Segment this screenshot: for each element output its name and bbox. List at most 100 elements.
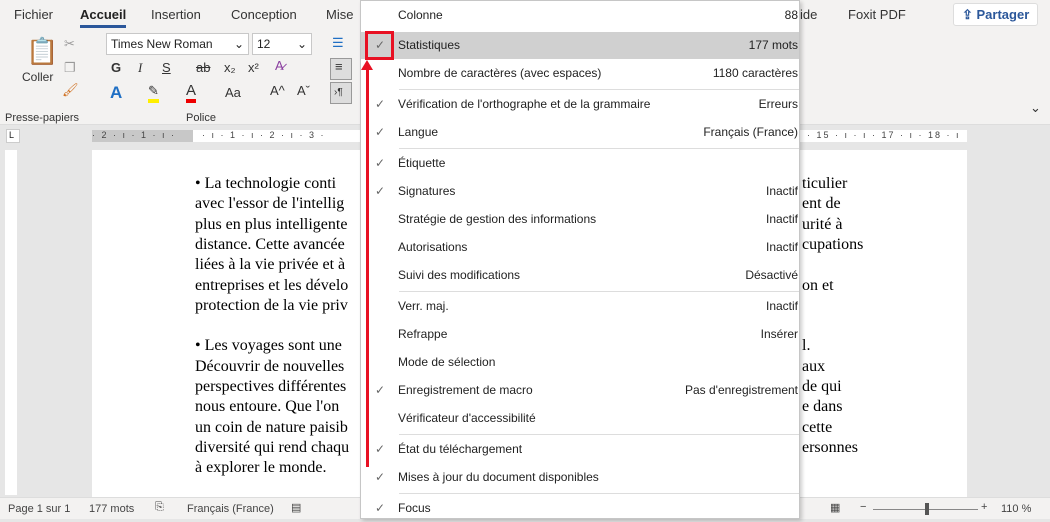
checkmark-icon: ✓ [375,184,386,198]
font-color-icon[interactable]: A [186,82,197,103]
menu-item[interactable]: Colonne 88 [361,2,799,29]
document-line-fragment: de qui [802,378,842,395]
grow-font-button[interactable]: A^ [270,83,285,98]
zoom-level[interactable]: 110 % [1001,503,1031,515]
menu-item[interactable]: Suivi des modifications Désactivé [361,262,799,289]
paste-icon[interactable]: 📋 [26,36,58,67]
document-line: nous entoure. Que l'on [195,398,340,416]
menu-separator [399,291,799,292]
copy-icon[interactable]: ❐ [64,60,76,76]
document-line-fragment: cette [802,418,833,436]
menu-item-value: 88 [784,8,798,22]
document-line-fragment: ersonnes [802,438,858,456]
menu-item-value: Inactif [765,212,798,226]
document-line: Découvrir de nouvelles [195,357,345,375]
document-line-fragment: e dans [802,398,843,416]
change-case-button[interactable]: Aa [225,85,241,100]
clear-formatting-icon[interactable]: A̷ [275,58,284,73]
tab-foxit-pdf[interactable]: Foxit PDF [848,7,906,22]
accessibility-icon[interactable]: ▤ [291,501,301,514]
menu-separator [399,148,799,149]
menu-item[interactable]: ✓ Étiquette [361,150,799,177]
menu-item-value: Inactif [765,299,798,313]
align-left-icon[interactable]: ≡ [330,58,352,80]
menu-item-label: Statistiques [398,38,461,52]
menu-item[interactable]: Stratégie de gestion des informations Ina… [361,206,799,233]
menu-item-value: Erreurs [758,97,798,111]
menu-item-label: Vérification de l'orthographe et de la g… [398,97,651,111]
word-count[interactable]: 177 mots [89,503,134,515]
share-button[interactable]: ⇪ Partager [953,3,1038,26]
italic-button[interactable]: I [138,60,142,76]
proofing-icon[interactable]: ⎘ [155,501,164,514]
ltr-paragraph-icon[interactable]: ›¶ [330,82,352,104]
subscript-button[interactable]: x₂ [224,60,236,75]
menu-item-label: Verr. maj. [398,299,449,313]
menu-separator [399,89,799,90]
menu-item-value: Insérer [760,327,798,341]
collapse-ribbon-icon[interactable]: ⌄ [1030,100,1041,116]
document-line-fragment: ticulier [802,175,848,192]
menu-item[interactable]: ✓ Focus [361,495,799,522]
tab-insertion[interactable]: Insertion [151,7,201,22]
document-line: perspectives différentes [195,378,347,395]
menu-item-value: Français (France) [703,125,798,139]
checkmark-icon: ✓ [375,442,386,456]
menu-item[interactable]: Refrappe Insérer [361,321,799,348]
zoom-slider-thumb[interactable] [925,503,929,515]
web-layout-icon[interactable]: ▦ [830,501,840,514]
zoom-in-button[interactable]: + [981,501,987,513]
menu-item[interactable]: Mode de sélection [361,349,799,376]
highlight-icon[interactable]: ✎ [148,83,159,103]
menu-item-label: Suivi des modifications [398,268,521,282]
language-status[interactable]: Français (France) [187,503,274,515]
text-effects-icon[interactable]: A [110,83,122,103]
tab-conception[interactable]: Conception [231,7,297,22]
format-painter-icon[interactable]: 🖌 [62,82,79,98]
menu-item[interactable]: ✓ Vérification de l'orthographe et de la … [361,91,799,118]
page-count[interactable]: Page 1 sur 1 [8,503,70,515]
menu-item-label: Langue [398,125,439,139]
annotation-highlight-box [365,31,394,60]
tab-aide[interactable]: ide [800,7,817,22]
menu-item-label: Étiquette [398,156,446,170]
tab-fichier[interactable]: Fichier [14,7,53,22]
tab-selector-icon[interactable]: L [6,129,20,143]
menu-item[interactable]: Verr. maj. Inactif [361,293,799,320]
menu-item-value: 1180 caractères [712,66,798,80]
status-bar-customize-menu: Colonne 88 ✓ Statistiques 177 mots Nombre de … [360,0,800,519]
menu-item-value: Inactif [765,240,798,254]
menu-item[interactable]: Vérificateur d'accessibilité [361,405,799,432]
strikethrough-button[interactable]: ab [196,60,210,75]
font-name-select[interactable]: Times New Roman ⌄ [106,33,249,55]
tab-mise-en-page[interactable]: Mise [326,7,353,22]
menu-item[interactable]: Nombre de caractères (avec espaces) 1180 … [361,60,799,87]
document-line: distance. Cette avancée [195,235,345,253]
paste-button[interactable]: Coller [22,70,53,84]
shrink-font-button[interactable]: Aˇ [297,83,310,98]
bullets-icon[interactable]: ☰ [332,35,344,51]
menu-item-label: Colonne [398,8,443,22]
underline-button[interactable]: S [162,60,171,75]
document-line: • Les voyages sont une [195,337,342,355]
menu-item[interactable]: ✓ Signatures Inactif [361,178,799,205]
bold-button[interactable]: G [111,60,121,75]
cut-icon[interactable]: ✂ [64,36,75,52]
menu-item[interactable]: ✓ État du téléchargement [361,436,799,463]
menu-item[interactable]: ✓ Mises à jour du document disponibles [361,464,799,491]
font-size-select[interactable]: 12 ⌄ [252,33,312,55]
menu-item[interactable]: Autorisations Inactif [361,234,799,261]
document-line-fragment: cupations [802,235,864,253]
zoom-out-button[interactable]: − [860,501,866,513]
document-line-fragment: on et [802,276,834,294]
document-line: • La technologie conti [195,175,337,192]
menu-item[interactable]: ✓ Langue Français (France) [361,119,799,146]
menu-separator [399,493,799,494]
tab-accueil[interactable]: Accueil [80,7,127,28]
menu-item[interactable]: ✓ Statistiques 177 mots [361,32,799,59]
menu-item-value: Pas d'enregistrement [684,383,798,397]
document-line-fragment: urité à [802,215,843,233]
group-label-clipboard: Presse-papiers [5,112,79,124]
superscript-button[interactable]: x² [248,60,259,75]
menu-item[interactable]: ✓ Enregistrement de macro Pas d'enregistre… [361,377,799,404]
